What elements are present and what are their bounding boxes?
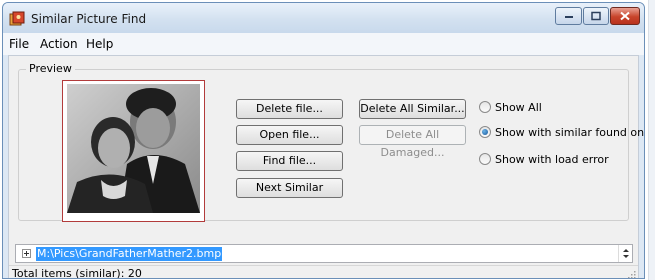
minimize-button[interactable] [555, 7, 582, 25]
resize-grip-icon[interactable] [627, 270, 636, 279]
radio-show-load-error-label: Show with load error [495, 153, 609, 166]
minimize-icon [564, 16, 573, 18]
open-file-button[interactable]: Open file... [236, 125, 343, 145]
radio-show-load-error-circle[interactable] [479, 153, 491, 165]
window-title: Similar Picture Find [31, 12, 147, 26]
file-path-selected[interactable]: M:\Pics\GrandFatherMather2.bmp [36, 247, 223, 261]
maximize-icon [591, 11, 601, 21]
radio-show-all-circle[interactable] [479, 101, 491, 113]
menu-help[interactable]: Help [86, 37, 113, 51]
delete-all-similar-button[interactable]: Delete All Similar... [359, 99, 466, 119]
file-path-list[interactable]: M:\Pics\GrandFatherMather2.bmp [15, 244, 633, 263]
radio-show-similar-circle[interactable] [479, 126, 491, 138]
preview-photo [67, 84, 200, 213]
radio-show-similar-label: Show with similar found only [495, 126, 645, 139]
menu-bar: File Action Help [3, 33, 644, 55]
menu-file[interactable]: File [9, 37, 29, 51]
preview-group-label: Preview [26, 62, 75, 75]
delete-all-damaged-button[interactable]: Delete All Damaged... [359, 125, 466, 159]
status-bar: Total items (similar): 20 [9, 265, 638, 279]
photos-app-icon [9, 11, 25, 26]
status-total-items: Total items (similar): 20 [12, 267, 142, 279]
next-similar-button[interactable]: Next Similar [236, 178, 343, 198]
background-strip [648, 0, 655, 280]
delete-file-button[interactable]: Delete file... [236, 99, 343, 119]
preview-image-frame [62, 80, 205, 222]
menu-action[interactable]: Action [40, 37, 78, 51]
maximize-button[interactable] [583, 7, 609, 25]
main-panel: Preview Delete file... Open file... Find… [8, 55, 644, 279]
find-file-button[interactable]: Find file... [236, 151, 343, 171]
app-window: Similar Picture Find File Action Help Pr… [2, 2, 645, 279]
title-bar[interactable]: Similar Picture Find [3, 3, 644, 33]
close-button[interactable] [610, 7, 640, 25]
close-icon [620, 11, 630, 21]
radio-show-all-label: Show All [495, 101, 542, 114]
preview-group: Preview Delete file... Open file... Find… [18, 62, 644, 222]
up-down-spinner-icon[interactable] [618, 245, 632, 262]
plus-expand-icon[interactable] [22, 249, 31, 258]
